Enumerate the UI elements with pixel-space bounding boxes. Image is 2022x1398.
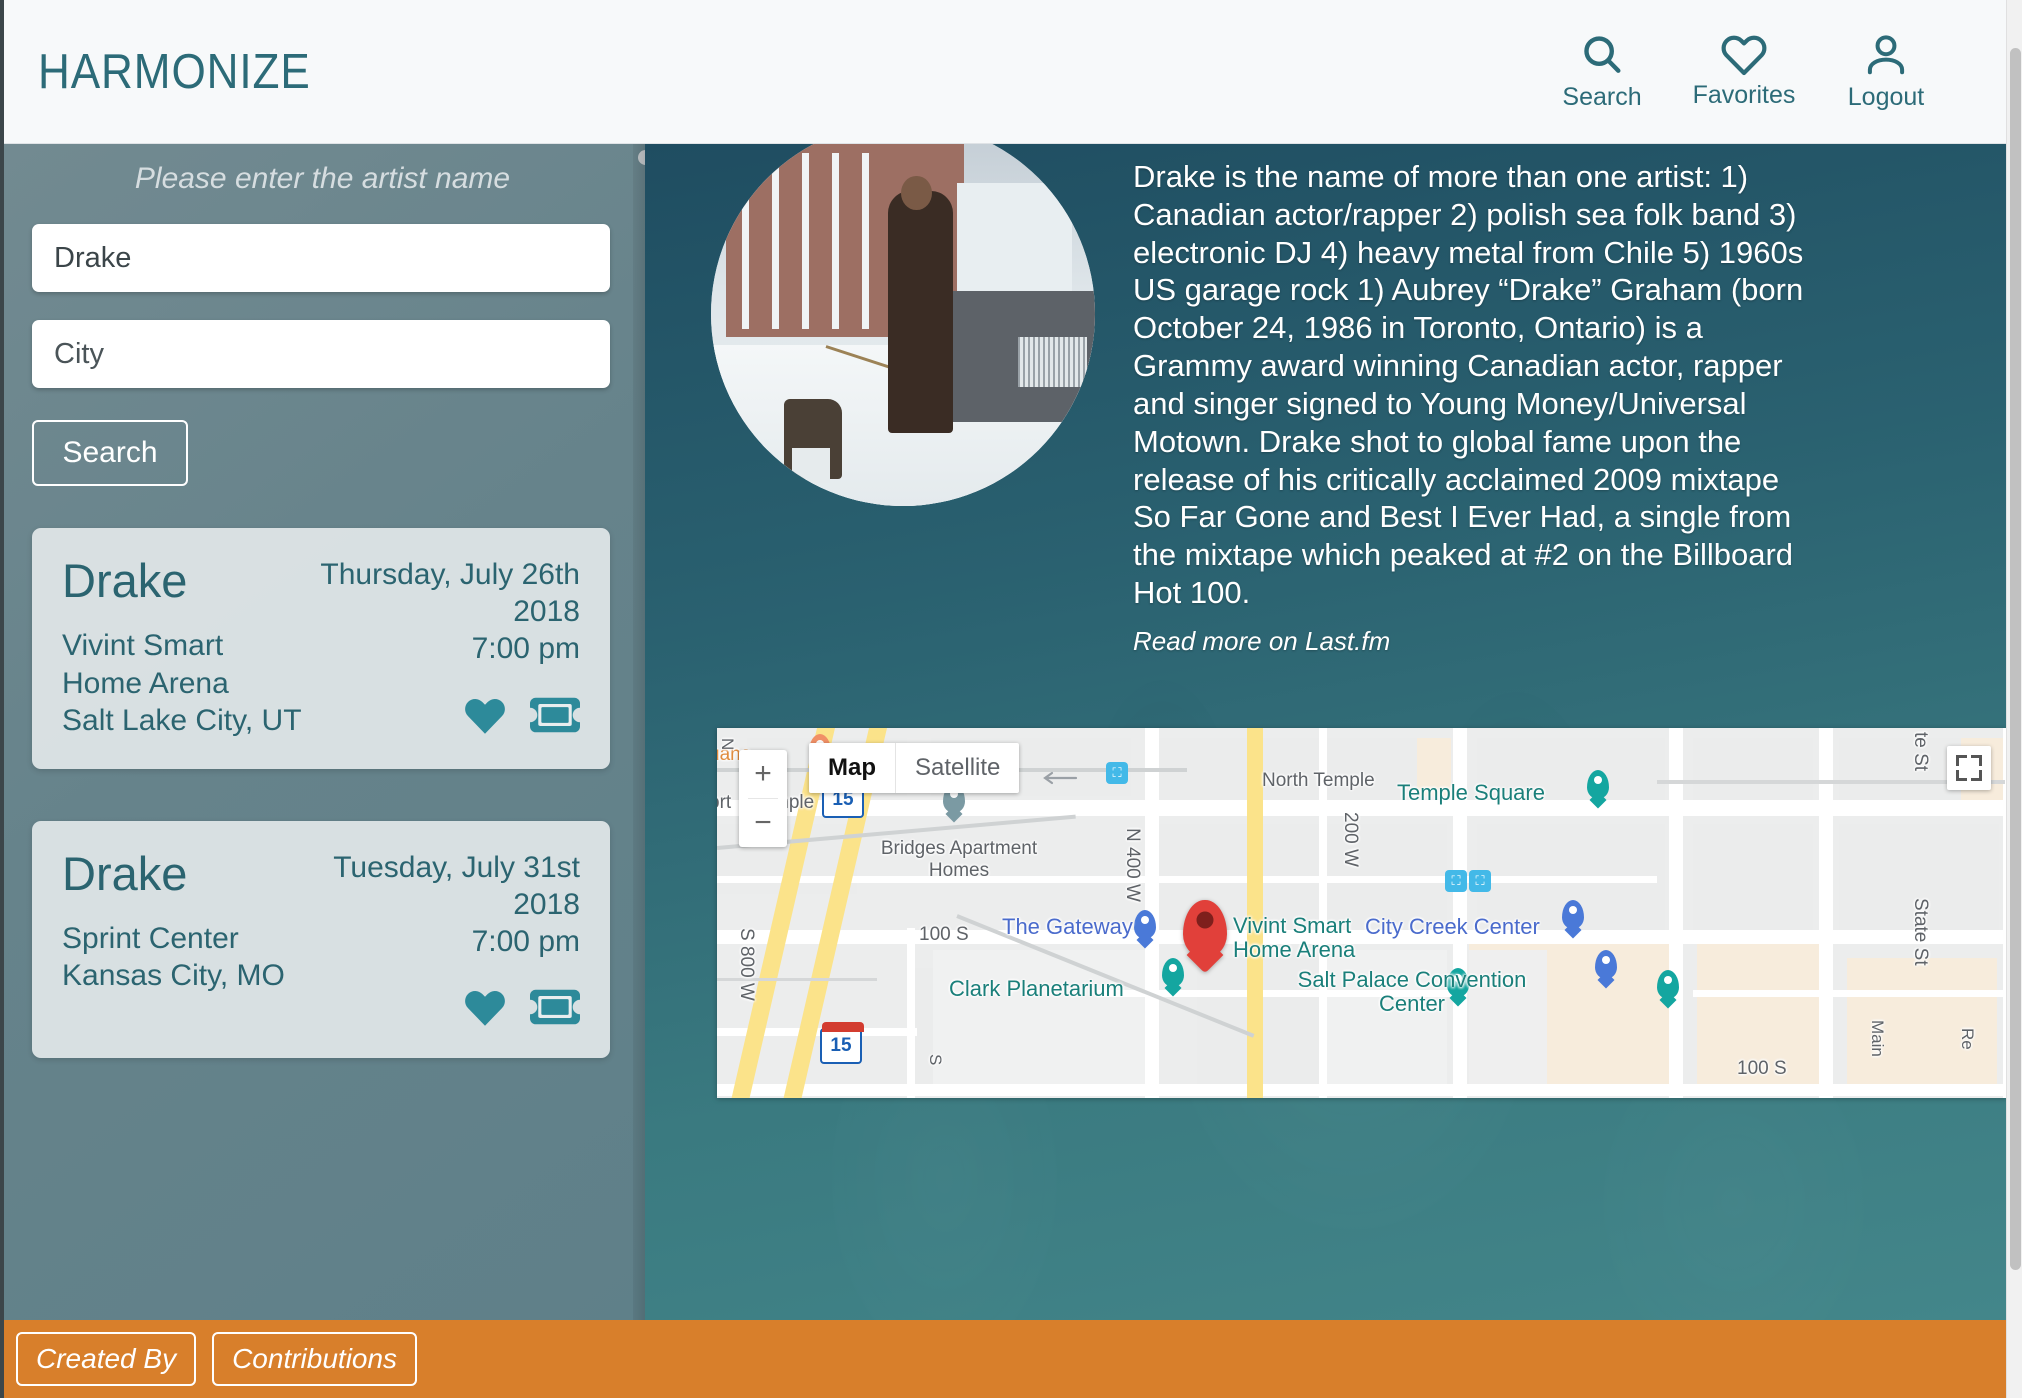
map-label: S	[926, 1054, 945, 1066]
map-label: 100 S	[919, 924, 969, 945]
map-type-switch: Map Satellite	[809, 743, 1020, 793]
form-instruction-label: Please enter the artist name	[134, 162, 511, 195]
concert-card-right: Tuesday, July 31st 2018 7:00 pm	[312, 849, 580, 1029]
search-sidebar: Please enter the artist name Search Drak…	[0, 144, 645, 1320]
map-zoom-out-button[interactable]: −	[739, 799, 787, 847]
map-marker-gateway[interactable]	[1134, 910, 1156, 939]
heart-filled-icon[interactable]	[462, 694, 508, 736]
app-header: HARMONIZE Search Favorites Logout	[0, 0, 2006, 144]
created-by-button[interactable]: Created By	[16, 1332, 197, 1386]
one-way-arrow-icon	[1043, 771, 1078, 785]
concert-city: Salt Lake City, UT	[62, 703, 302, 737]
concert-artist-name: Drake	[62, 554, 188, 607]
contributions-button[interactable]: Contributions	[212, 1332, 418, 1386]
map-marker-extra[interactable]	[1657, 970, 1679, 999]
map-label: Bridges Apartment Homes	[880, 838, 1038, 881]
concert-card-actions	[462, 986, 580, 1028]
heart-outline-icon	[1720, 32, 1768, 76]
concert-city: Kansas City, MO	[62, 959, 285, 993]
concert-card-actions	[462, 694, 580, 736]
nav-item-logout[interactable]: Logout	[1838, 32, 1934, 112]
concert-card-right: Thursday, July 26th 2018 7:00 pm	[307, 556, 580, 739]
venue-location-marker[interactable]	[1183, 900, 1227, 958]
heart-filled-icon[interactable]	[462, 986, 508, 1028]
artist-name-input[interactable]	[32, 224, 610, 292]
concert-card[interactable]: Drake Vivint Smart Home Arena Salt Lake …	[32, 528, 610, 769]
app-logo: HARMONIZE	[38, 44, 311, 99]
venue-map[interactable]: 15 15 ⛶ ⛶ ⛶ an rt mple Bridges Apartment…	[717, 728, 2006, 1098]
map-marker-temple-square[interactable]	[1587, 770, 1609, 799]
concert-artist-name: Drake	[62, 846, 188, 900]
transit-icon[interactable]: ⛶	[1106, 762, 1128, 784]
artist-bio-text: Drake is the name of more than one artis…	[1133, 159, 1804, 610]
map-type-satellite-button[interactable]: Satellite	[896, 743, 1019, 793]
nav-item-favorites[interactable]: Favorites	[1693, 32, 1795, 110]
map-label: North Temple	[1262, 770, 1375, 791]
map-label: Salt Palace Convention Center	[1297, 967, 1527, 1017]
concert-venue: Vivint Smart Home Arena	[62, 629, 229, 700]
map-label: N 400 W	[1122, 828, 1143, 902]
artist-hero: Drake is the name of more than one artis…	[645, 144, 2006, 657]
concert-venue: Sprint Center	[62, 922, 239, 956]
map-label: City Creek Center	[1365, 914, 1540, 939]
concert-time: 7:00 pm	[471, 632, 580, 666]
map-type-map-button[interactable]: Map	[809, 743, 896, 793]
ticket-icon[interactable]	[530, 987, 580, 1027]
nav-item-search[interactable]: Search	[1554, 32, 1650, 112]
concert-date: Tuesday, July 31st 2018	[333, 850, 580, 922]
map-label: Temple Square	[1397, 780, 1545, 805]
map-label: Main	[1868, 1020, 1887, 1057]
user-icon	[1863, 32, 1909, 78]
ticket-icon[interactable]	[530, 695, 580, 735]
search-submit-button[interactable]: Search	[32, 420, 188, 486]
concert-results-list: Drake Vivint Smart Home Arena Salt Lake …	[32, 528, 613, 1059]
nav-label-logout: Logout	[1847, 82, 1925, 111]
map-label: The Gateway	[1002, 914, 1133, 939]
sidebar-scroll-cap	[638, 150, 645, 165]
map-zoom-in-button[interactable]: +	[739, 750, 787, 798]
map-label: 200 W	[1340, 812, 1361, 867]
page-body: Please enter the artist name Search Drak…	[0, 144, 2006, 1320]
map-zoom-controls: + −	[739, 750, 787, 847]
app-footer: Created By Contributions	[0, 1320, 2006, 1398]
map-marker-planetarium[interactable]	[1162, 958, 1184, 987]
window-left-edge	[0, 0, 4, 1398]
map-label: te St	[1910, 732, 1931, 772]
map-label: ort	[717, 792, 732, 813]
search-icon	[1579, 32, 1625, 78]
concert-card[interactable]: Drake Sprint Center Kansas City, MO Tues…	[32, 820, 610, 1059]
map-marker-city-creek[interactable]	[1562, 900, 1584, 929]
app-root: HARMONIZE Search Favorites Logout Please…	[0, 0, 2022, 1398]
city-input[interactable]	[32, 320, 610, 388]
artist-photo	[711, 144, 1095, 506]
map-label: S 800 W	[736, 928, 757, 1001]
page-scrollbar[interactable]	[2006, 0, 2022, 1398]
map-label: N	[718, 738, 737, 751]
fullscreen-icon[interactable]	[1947, 746, 1991, 790]
map-label: Clark Planetarium	[949, 976, 1124, 1001]
artist-detail-panel: Drake is the name of more than one artis…	[645, 144, 2006, 1320]
concert-date: Thursday, July 26th 2018	[320, 558, 580, 629]
concert-card-left: Drake Vivint Smart Home Arena Salt Lake …	[62, 556, 307, 739]
map-label: State St	[1910, 898, 1931, 966]
map-label: 100 S	[1737, 1058, 1787, 1079]
nav-label-favorites: Favorites	[1692, 80, 1796, 109]
transit-icon[interactable]: ⛶	[1445, 870, 1467, 892]
artist-bio-block: Drake is the name of more than one artis…	[1133, 144, 1823, 657]
concert-card-left: Drake Sprint Center Kansas City, MO	[62, 849, 312, 1029]
nav-label-search: Search	[1562, 82, 1642, 111]
map-label: Re	[1958, 1028, 1977, 1050]
read-more-link[interactable]: Read more on Last.fm	[1133, 626, 1390, 657]
transit-icon[interactable]: ⛶	[1469, 870, 1491, 892]
highway-shield-15-south: 15	[820, 1022, 864, 1064]
concert-time: 7:00 pm	[471, 925, 580, 959]
page-scrollbar-thumb[interactable]	[2010, 48, 2021, 1270]
map-marker-shop[interactable]	[1595, 950, 1617, 979]
header-nav: Search Favorites Logout	[1554, 32, 1968, 112]
